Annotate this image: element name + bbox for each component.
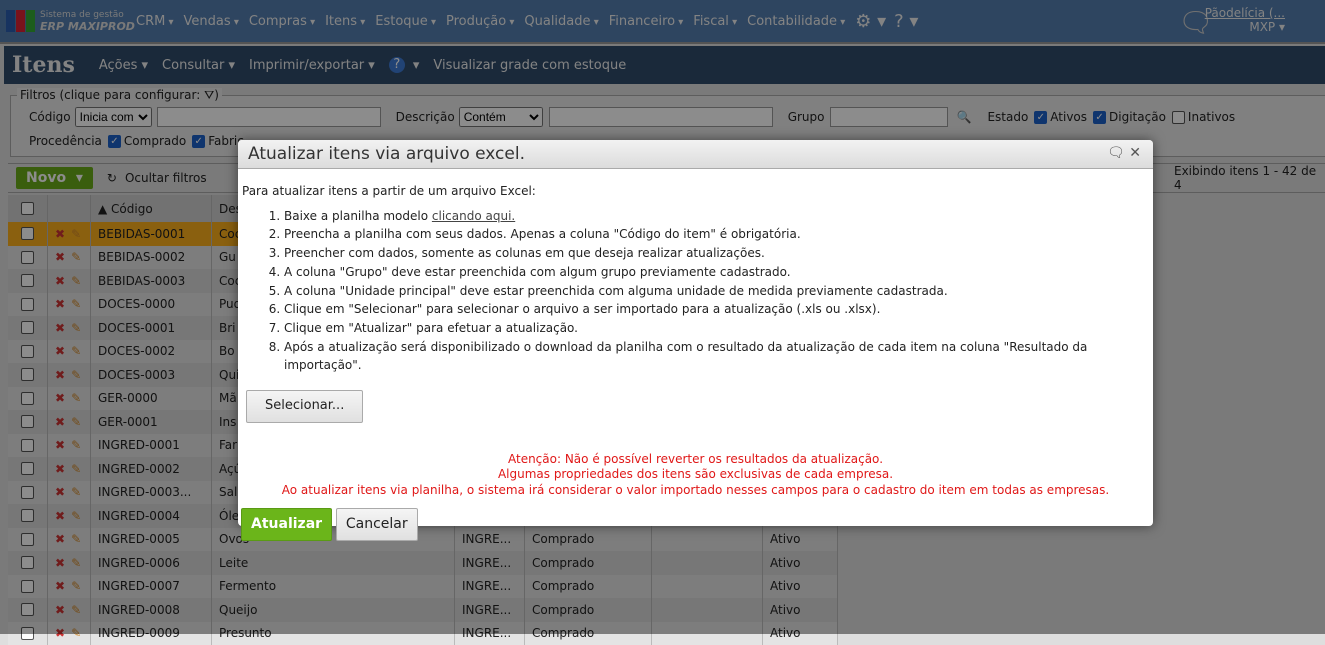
step-item: Baixe a planilha modelo clicando aqui. [284, 207, 1149, 226]
cancelar-button[interactable]: Cancelar [336, 508, 418, 541]
step-item: Preencha a planilha com seus dados. Apen… [284, 225, 1149, 244]
step-item: A coluna "Grupo" deve estar preenchida c… [284, 263, 1149, 282]
step-item: Após a atualização será disponibilizado … [284, 338, 1149, 375]
update-items-dialog: Atualizar itens via arquivo excel. 🗨 ✕ P… [238, 140, 1153, 526]
step-item: Preencher com dados, somente as colunas … [284, 244, 1149, 263]
warning-text: Atenção: Não é possível reverter os resu… [242, 452, 1149, 499]
chat-icon[interactable]: 🗨 [1107, 145, 1125, 161]
selecionar-button[interactable]: Selecionar... [246, 390, 363, 423]
download-template-link[interactable]: clicando aqui. [432, 209, 515, 223]
dialog-title: Atualizar itens via arquivo excel. [248, 144, 525, 164]
step-item: Clique em "Atualizar" para efetuar a atu… [284, 319, 1149, 338]
close-icon[interactable]: ✕ [1129, 145, 1141, 161]
steps-list: Baixe a planilha modelo clicando aqui. P… [284, 207, 1149, 375]
step-item: A coluna "Unidade principal" deve estar … [284, 282, 1149, 301]
step-item: Clique em "Selecionar" para selecionar o… [284, 300, 1149, 319]
dialog-intro: Para atualizar itens a partir de um arqu… [242, 182, 1149, 201]
atualizar-button[interactable]: Atualizar [241, 508, 332, 541]
